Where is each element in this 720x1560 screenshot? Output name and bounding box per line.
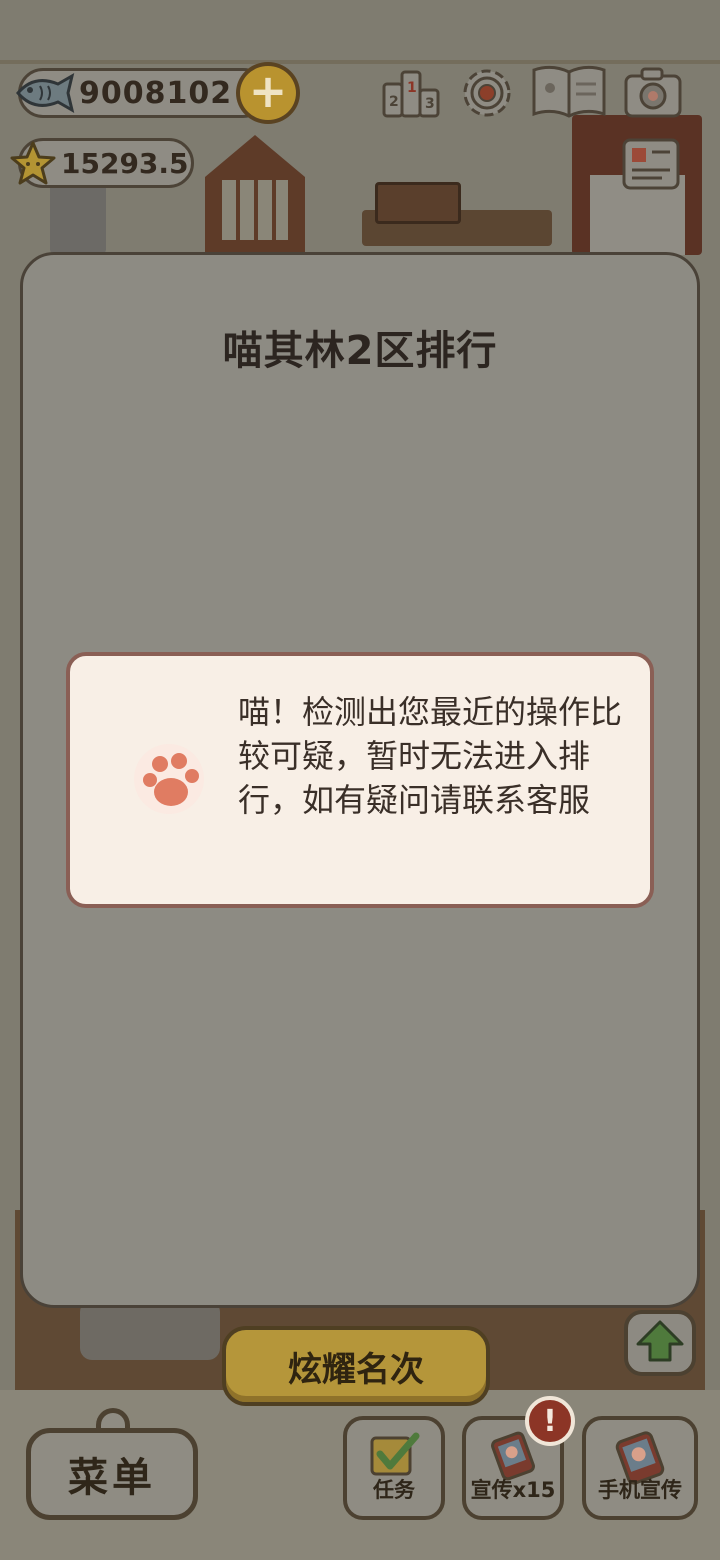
scene-beam [0,60,720,64]
scene-stove [80,1300,220,1360]
svg-text:1: 1 [407,80,417,96]
show-rank-button[interactable]: 炫耀名次 [222,1326,490,1406]
alert-badge: ! [525,1396,575,1446]
plus-icon: + [248,64,288,118]
warning-message: 喵！检测出您最近的操作比较可疑，暂时无法进入排行，如有疑问请联系客服 [238,693,623,819]
notice-button[interactable] [620,136,682,194]
star-count: 15293.5 [61,146,189,180]
paw-icon [143,753,199,806]
scene-spice-box [375,182,461,224]
modal-title: 喵其林2区排行 [222,328,498,374]
promo-label: 宣传x15 [470,1478,556,1502]
task-label: 任务 [373,1478,415,1502]
fish-icon [16,72,75,114]
settings-icon [463,69,511,117]
phone-promo-button[interactable]: 手机宣传 [582,1416,698,1520]
phone-promo-label: 手机宣传 [598,1478,682,1502]
camera-icon [624,67,682,118]
book-icon [532,65,606,118]
notice-card-icon [622,138,680,190]
menu-button[interactable]: 菜单 [26,1428,198,1520]
svg-text:3: 3 [425,96,435,112]
up-arrow-icon [636,1320,684,1362]
fish-count: 9008102 [79,75,233,111]
scene-window-panes [222,180,288,240]
upgrade-button[interactable] [624,1310,696,1376]
ranking-button[interactable]: 2 1 3 [380,64,442,122]
star-icon [10,141,56,185]
add-fish-button[interactable]: + [236,62,300,124]
paw-icon-container [134,744,204,814]
recipe-book-button[interactable] [530,62,608,120]
svg-text:2: 2 [389,94,399,110]
settings-button[interactable] [456,64,518,122]
scene-barrel [50,180,106,255]
task-checkbox-icon [370,1432,420,1476]
task-button[interactable]: 任务 [343,1416,445,1520]
ranking-icon: 2 1 3 [382,70,440,118]
camera-button[interactable] [622,64,684,122]
